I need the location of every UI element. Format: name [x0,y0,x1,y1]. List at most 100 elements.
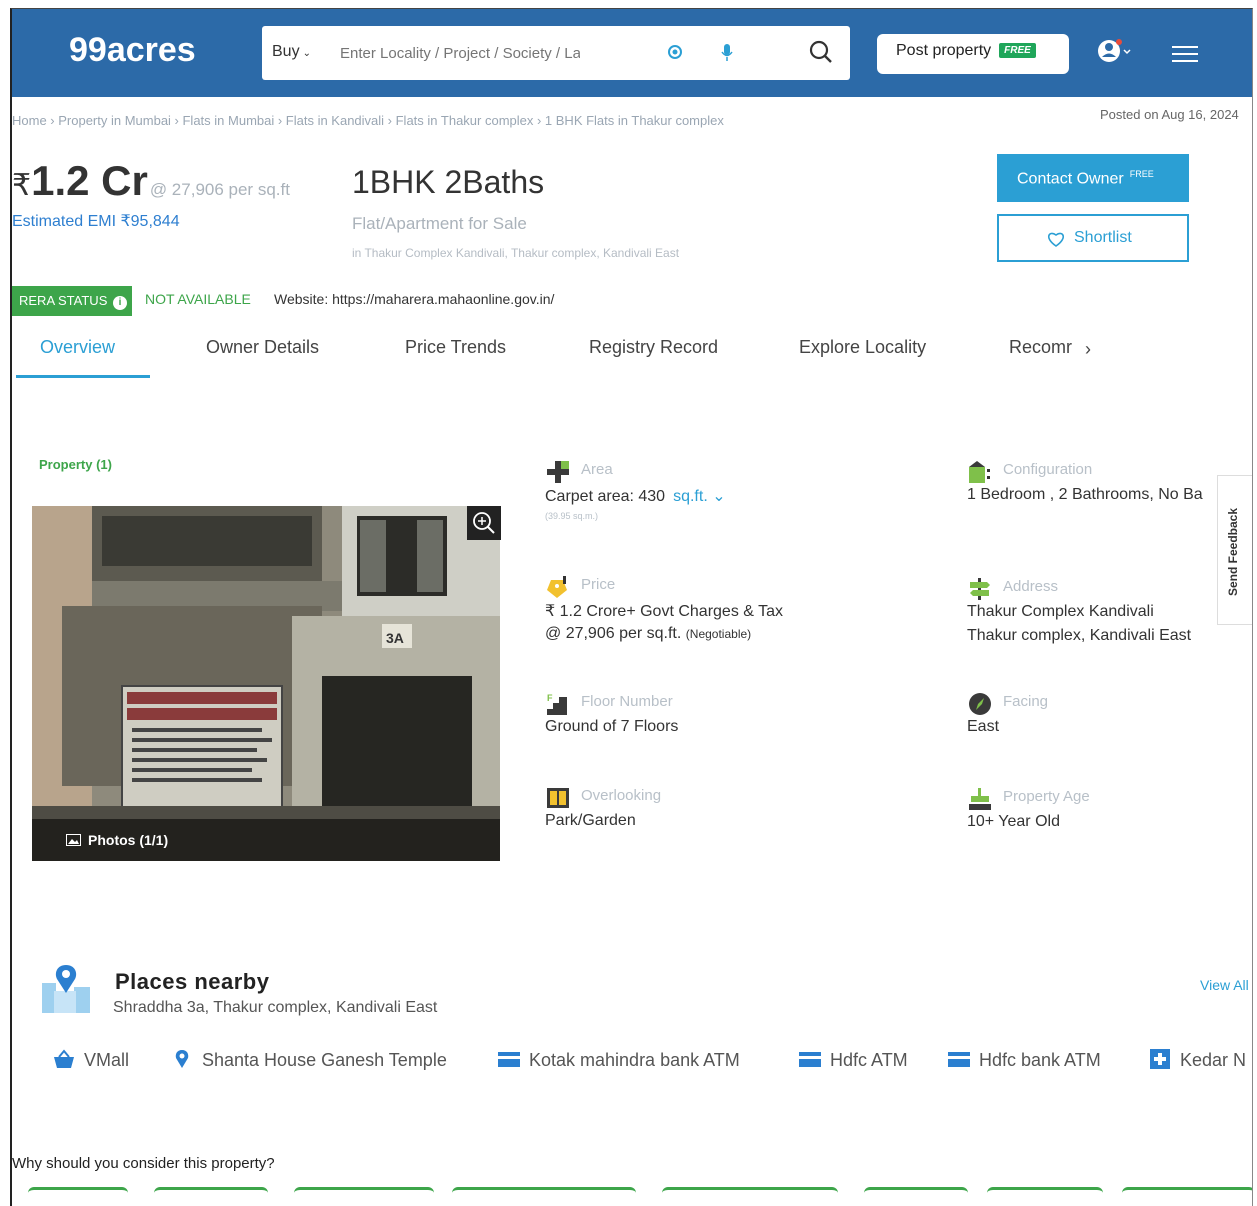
reason-pill[interactable] [28,1187,128,1193]
rera-label: RERA STATUS [19,293,108,308]
nearby-place[interactable]: Shanta House Ganesh Temple [170,1049,447,1071]
emi-link[interactable]: Estimated EMI ₹95,844 [12,211,180,231]
buy-dropdown[interactable]: Buy ⌄ [272,43,311,61]
chevron-right-icon[interactable]: › [1085,339,1091,360]
currency-symbol: ₹ [12,169,32,202]
hamburger-menu-icon[interactable] [1172,45,1198,63]
post-property-button[interactable]: Post property FREE [877,34,1069,74]
compass-icon [969,693,991,715]
signpost-icon [970,578,990,600]
posted-date: Posted on Aug 16, 2024 [1100,107,1239,122]
place-name: Hdfc bank ATM [979,1050,1101,1070]
view-all-link[interactable]: View All [1200,977,1249,993]
tab-recommendations[interactable]: Recomr [1009,337,1072,358]
nearby-place[interactable]: Hdfc ATM [798,1049,908,1071]
property-photo[interactable]: 3A [32,506,500,861]
price-tag-icon [547,576,567,598]
overlooking-value: Park/Garden [545,812,636,829]
location-pin-icon [175,1050,189,1068]
address-label: Address [1003,578,1059,595]
svg-text:3A: 3A [386,630,404,646]
mic-icon[interactable] [720,43,734,63]
property-type: Flat/Apartment for Sale [352,214,527,233]
tab-overview[interactable]: Overview [40,337,115,358]
svg-text:F: F [547,693,553,703]
configuration-label: Configuration [1003,461,1093,478]
overlooking-label: Overlooking [581,787,662,804]
tab-owner-details[interactable]: Owner Details [206,337,319,358]
rera-status-badge: RERA STATUS i [12,286,132,316]
place-name: Kotak mahindra bank ATM [529,1050,740,1070]
send-feedback-label: Send Feedback [1226,507,1240,596]
reason-pill[interactable] [864,1187,968,1193]
locate-icon[interactable] [667,44,683,60]
building-age-icon [969,788,991,810]
shortlist-label: Shortlist [1074,229,1132,246]
atm-icon [948,1052,970,1067]
floor-value: Ground of 7 Floors [545,718,679,735]
price-value: 1.2 Cr [31,157,148,204]
free-badge: FREE [999,43,1036,58]
price-label: Price [581,576,616,593]
places-nearby-title: Places nearby [115,969,270,994]
property-location: in Thakur Complex Kandivali, Thakur comp… [352,246,680,260]
nearby-place[interactable]: Hdfc bank ATM [947,1049,1101,1071]
chevron-down-icon: ⌄ [712,488,726,505]
breadcrumb[interactable]: Home › Property in Mumbai › Flats in Mum… [12,113,724,128]
nearby-place[interactable]: Kedar N [1148,1049,1246,1071]
place-name: VMall [84,1050,130,1070]
chevron-down-icon: ⌄ [302,48,311,59]
configuration-icon [969,461,990,483]
reason-pill[interactable] [452,1187,636,1193]
stairs-icon: F [547,693,567,715]
area-value: Carpet area: 430 sq.ft. ⌄ [545,486,726,506]
zoom-in-icon[interactable] [467,506,501,540]
rera-website[interactable]: Website: https://maharera.mahaonline.gov… [274,291,554,307]
area-unit-dropdown[interactable]: sq.ft. ⌄ [673,488,726,505]
map-pin-building-icon [42,965,90,1013]
price: ₹1.2 Cr @ 27,906 per sq.ft [12,157,290,205]
reason-pill[interactable] [154,1187,268,1193]
property-age-value: 10+ Year Old [967,813,1060,830]
search-input[interactable] [340,39,580,67]
nearby-place[interactable]: VMall [52,1049,129,1071]
unit-label: sq.ft. [673,488,708,505]
price-per-sqft: @ 27,906 per sq.ft [149,180,290,199]
contact-label: Contact Owner [1017,170,1124,188]
tab-registry-record[interactable]: Registry Record [589,337,718,358]
reason-pill[interactable] [1122,1187,1252,1193]
place-name: Shanta House Ganesh Temple [202,1050,447,1070]
tab-price-trends[interactable]: Price Trends [405,337,506,358]
tab-explore-locality[interactable]: Explore Locality [799,337,926,358]
carpet-area: Carpet area: 430 [545,488,666,505]
hospital-icon [1150,1049,1170,1069]
address-line-1: Thakur Complex Kandivali [967,603,1154,620]
reason-pill[interactable] [662,1187,838,1193]
search-icon[interactable] [808,39,834,65]
price-line-2: @ 27,906 per sq.ft. (Negotiable) [545,625,751,643]
contact-owner-button[interactable]: Contact Owner FREE [997,154,1189,202]
photos-label: Photos (1/1) [88,832,169,848]
price-line-1: ₹ 1.2 Crore+ Govt Charges & Tax [545,603,783,620]
user-icon[interactable] [1097,37,1131,65]
search-bar: Buy ⌄ [262,26,850,80]
send-feedback-tab[interactable]: Send Feedback [1217,475,1252,625]
reason-pill[interactable] [987,1187,1103,1193]
post-label: Post property [896,42,992,59]
photos-count[interactable]: Photos (1/1) [32,819,500,861]
place-name: Hdfc ATM [830,1050,908,1070]
contact-free-badge: FREE [1129,169,1154,179]
active-tab-indicator [16,375,150,378]
facing-value: East [967,718,1000,735]
property-age-label: Property Age [1003,788,1090,805]
area-label: Area [581,461,613,478]
configuration-value: 1 Bedroom , 2 Bathrooms, No Ba [967,486,1203,503]
place-name: Kedar N [1180,1050,1247,1070]
logo[interactable]: 99acres [69,31,196,70]
info-icon[interactable]: i [113,296,127,310]
heart-icon [1048,232,1064,247]
nearby-place[interactable]: Kotak mahindra bank ATM [497,1049,740,1071]
address-line-2: Thakur complex, Kandivali East [967,627,1192,644]
shortlist-button[interactable]: Shortlist [997,214,1189,262]
reason-pill[interactable] [294,1187,434,1193]
